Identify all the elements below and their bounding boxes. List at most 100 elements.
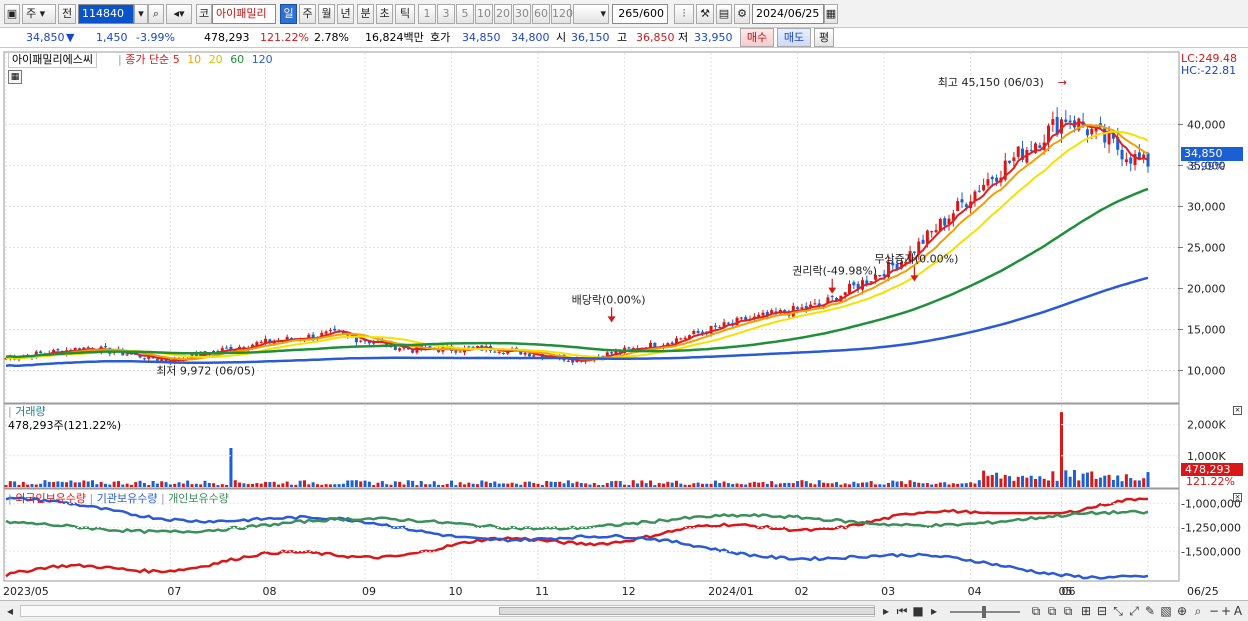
draw-icon[interactable]: ✎ bbox=[1142, 603, 1158, 619]
x-tick-label: 07 bbox=[167, 585, 181, 598]
holding-legend: | 외국인보유수량 | 기관보유수량 | 개인보유수량 bbox=[8, 492, 229, 505]
open-price: 36,150 bbox=[571, 31, 610, 44]
volume-bar bbox=[575, 481, 579, 487]
volume-bar bbox=[380, 481, 384, 487]
volume-bar bbox=[207, 482, 211, 487]
stop-icon[interactable]: ■ bbox=[910, 603, 926, 619]
volume-bar bbox=[731, 484, 735, 487]
rewind-icon[interactable]: ⏮ bbox=[894, 603, 910, 619]
low-label: 저 bbox=[678, 31, 689, 44]
interval-120[interactable]: 120 bbox=[551, 4, 573, 24]
volume-bar bbox=[977, 480, 981, 487]
volume-bar bbox=[588, 484, 592, 487]
ma-legend: | 종가 단순 5 10 20 60 120 bbox=[118, 53, 273, 67]
period-week[interactable]: 주 bbox=[299, 4, 316, 24]
period-month[interactable]: 월 bbox=[318, 4, 335, 24]
buy-button[interactable]: 매수 bbox=[740, 28, 774, 47]
calendar-icon[interactable]: ▦ bbox=[824, 4, 838, 24]
volume-bar bbox=[605, 482, 609, 487]
volume-bar bbox=[264, 481, 268, 487]
period-minute[interactable]: 분 bbox=[357, 4, 374, 24]
volume-bar bbox=[739, 484, 743, 487]
market-select-value: 주 bbox=[26, 7, 37, 20]
code-input[interactable]: 114840 bbox=[78, 4, 134, 24]
gear-icon[interactable]: ⚙ bbox=[734, 4, 750, 24]
volume-bar bbox=[467, 482, 471, 487]
volume-bar bbox=[951, 483, 955, 487]
candle-body bbox=[813, 303, 817, 305]
scrollbar-thumb[interactable] bbox=[499, 607, 875, 615]
sell-button[interactable]: 매도 bbox=[777, 28, 811, 47]
volume-bar bbox=[848, 484, 852, 487]
x-tick-label: 06/25 bbox=[1187, 585, 1219, 598]
image-icon[interactable]: ▧ bbox=[1158, 603, 1174, 619]
x-tick-label: 08 bbox=[263, 585, 277, 598]
interval-10[interactable]: 10 bbox=[475, 4, 493, 24]
candle-body bbox=[328, 329, 332, 331]
volume-bar bbox=[982, 470, 986, 487]
volume-bar bbox=[493, 481, 497, 487]
candle-icon[interactable]: ⫶ bbox=[674, 4, 694, 24]
zoom-slider[interactable] bbox=[950, 606, 1020, 618]
period-day[interactable]: 일 bbox=[280, 4, 297, 24]
candle-body bbox=[692, 330, 696, 335]
volume-bar bbox=[129, 484, 133, 487]
volume-bar bbox=[359, 481, 363, 487]
window-icon[interactable]: ⧉ bbox=[1044, 603, 1060, 619]
interval-20[interactable]: 20 bbox=[494, 4, 512, 24]
table-icon[interactable]: ▦ bbox=[8, 70, 22, 84]
compress-icon[interactable]: ⤡ bbox=[1110, 603, 1126, 619]
expand-icon[interactable]: ⤢ bbox=[1126, 603, 1142, 619]
scroll-right-icon[interactable]: ▸ bbox=[878, 603, 894, 619]
window-icon[interactable]: ⧉ bbox=[1060, 603, 1076, 619]
volume-bar bbox=[696, 482, 700, 487]
period-year[interactable]: 년 bbox=[337, 4, 354, 24]
volume-bar bbox=[627, 485, 631, 487]
close-icon[interactable]: × bbox=[1233, 493, 1242, 502]
candle-body bbox=[566, 360, 570, 362]
interval-3[interactable]: 3 bbox=[437, 4, 455, 24]
count-value: 265 bbox=[618, 7, 640, 20]
eval-button[interactable]: 평 bbox=[814, 28, 834, 47]
speaker-icon[interactable]: ◂▾ bbox=[166, 4, 192, 24]
tool-icon[interactable]: ⚒ bbox=[696, 4, 714, 24]
zoom-slider-handle[interactable] bbox=[982, 606, 986, 618]
volume-bar bbox=[986, 475, 990, 487]
split-icon[interactable]: ⊟ bbox=[1094, 603, 1110, 619]
play-icon[interactable]: ▸ bbox=[926, 603, 942, 619]
volume-bar bbox=[1064, 470, 1068, 487]
volume-bar bbox=[748, 482, 752, 487]
search-icon[interactable]: ⌕ bbox=[1190, 603, 1206, 619]
scroll-left-icon[interactable]: ◂ bbox=[2, 603, 18, 619]
volume-bar bbox=[437, 484, 441, 487]
volume-bar bbox=[705, 483, 709, 487]
text-icon[interactable]: A bbox=[1230, 603, 1246, 619]
date-input[interactable]: 2024/06/25 bbox=[752, 4, 824, 24]
period-tick[interactable]: 틱 bbox=[395, 4, 415, 24]
window-icon[interactable]: ⧉ bbox=[1028, 603, 1044, 619]
search-icon[interactable]: ⌕ bbox=[148, 4, 164, 24]
scrollbar-track[interactable] bbox=[20, 605, 875, 617]
zoom-in-icon[interactable]: ⊕ bbox=[1174, 603, 1190, 619]
volume-bar bbox=[445, 484, 449, 487]
event-label: 권리락(-49.98%) bbox=[792, 265, 877, 278]
period-second[interactable]: 초 bbox=[376, 4, 393, 24]
interval-1[interactable]: 1 bbox=[418, 4, 436, 24]
volume-ratio: 121.22% bbox=[260, 31, 309, 44]
interval-30[interactable]: 30 bbox=[513, 4, 531, 24]
low-annotation: 최저 9,972 (06/05) bbox=[156, 365, 255, 378]
prev-button[interactable]: 전 bbox=[58, 4, 76, 24]
window-icon[interactable]: ⊞ bbox=[1078, 603, 1094, 619]
exchange-label[interactable]: 코 bbox=[196, 4, 212, 24]
volume-bar bbox=[281, 483, 285, 487]
interval-5[interactable]: 5 bbox=[456, 4, 474, 24]
market-select[interactable]: 주 ▾ bbox=[22, 4, 56, 24]
save-icon[interactable]: ▤ bbox=[716, 4, 732, 24]
window-icon[interactable]: ▣ bbox=[4, 4, 20, 24]
close-icon[interactable]: × bbox=[1233, 406, 1242, 415]
interval-select[interactable]: ▾ bbox=[573, 4, 609, 24]
interval-60[interactable]: 60 bbox=[532, 4, 550, 24]
count-input[interactable]: 265/600 bbox=[612, 4, 668, 24]
chevron-down-icon[interactable]: ▾ bbox=[134, 4, 148, 24]
chart-area[interactable]: 40,00035,00030,00025,00020,00015,00010,0… bbox=[0, 49, 1248, 600]
